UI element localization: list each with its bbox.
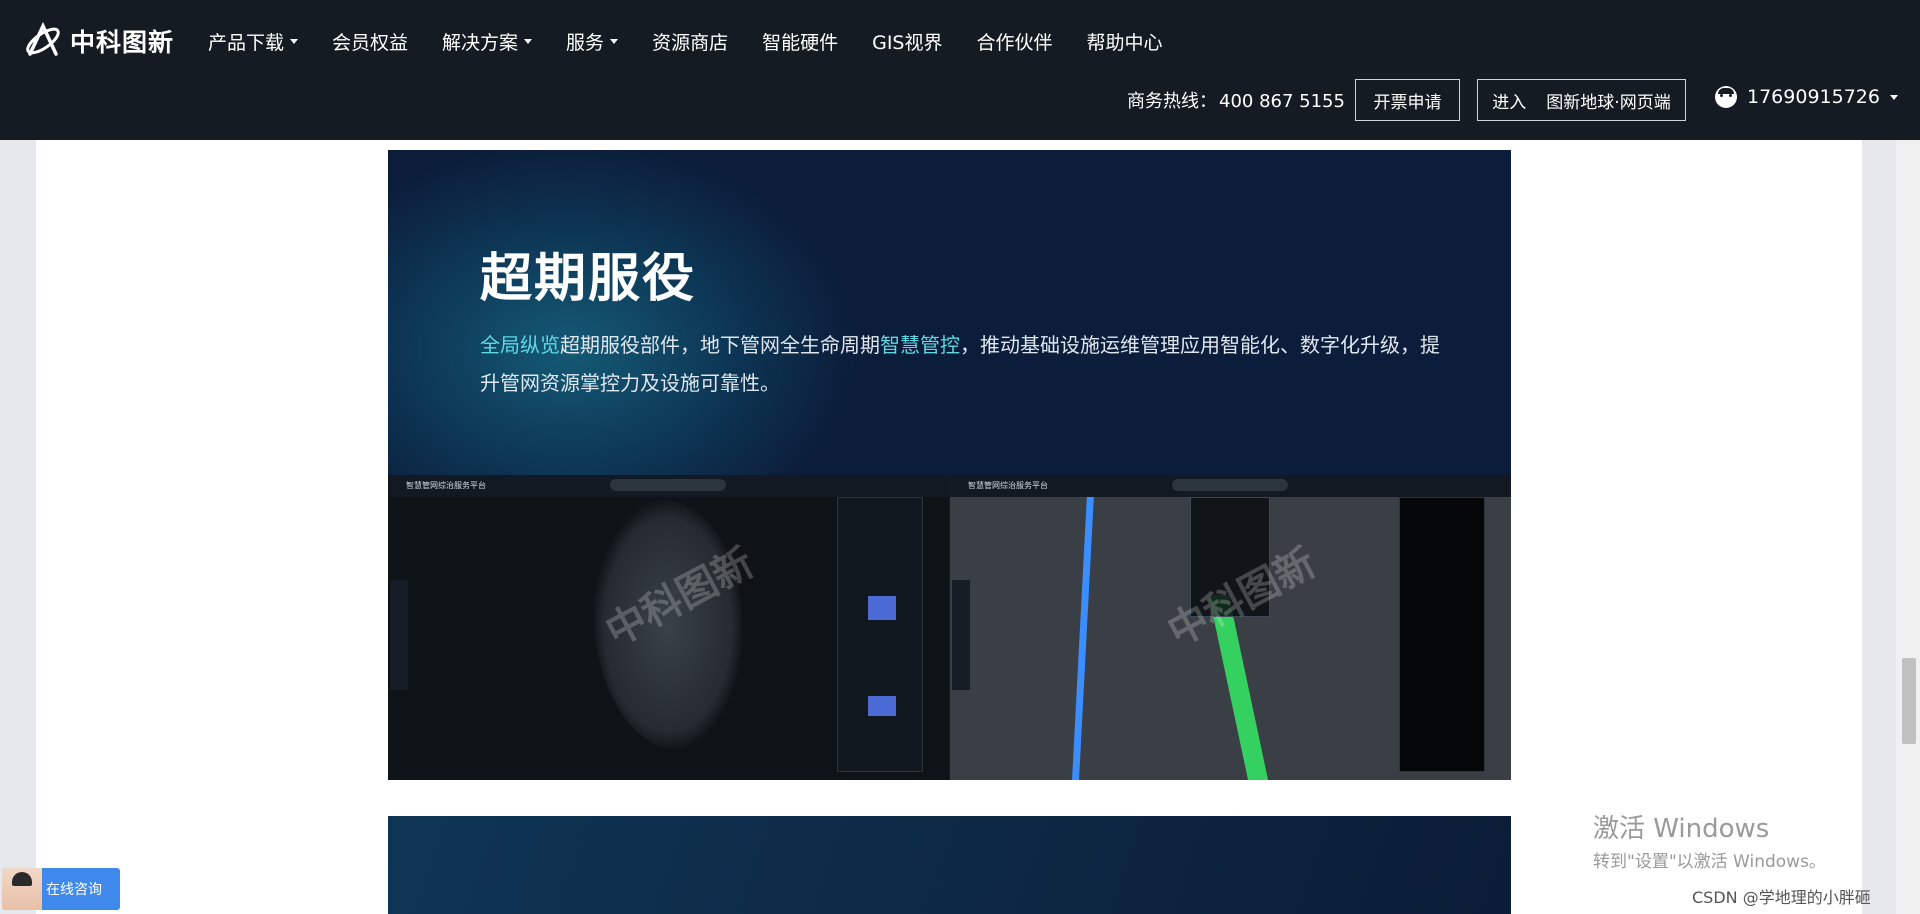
enter-target: 图新地球·网页端 [1546,92,1671,113]
nav-label: GIS视界 [872,32,943,54]
agent-avatar [2,868,42,910]
nav-item-membership[interactable]: 会员权益 [332,28,408,55]
feature-card-next [388,816,1511,914]
consult-label: 在线咨询 [46,882,102,898]
business-hotline: 商务热线： 400 867 5155 [1125,87,1345,113]
screenshot-search-input [610,479,726,491]
highlight-text: 全局纵览 [480,333,560,357]
chevron-down-icon [290,39,299,44]
screenshot-side-panel [1399,497,1485,772]
screenshot-titlebar: 智慧管网综治服务平台 [388,475,949,497]
nav-label: 智能硬件 [762,32,839,54]
brand-logo-icon [26,21,60,56]
highlight-text: 智慧管控 [880,333,960,357]
chevron-down-icon [524,39,533,44]
main-nav: 产品下载 会员权益 解决方案 服务 资源商店 智能硬件 GIS视界 合作伙伴 帮… [208,28,1197,55]
platform-screenshot-overview: 智慧管网综治服务平台 中科图新 [388,475,949,780]
top-navbar: 中科图新 产品下载 会员权益 解决方案 服务 资源商店 智能硬件 GIS视界 合… [0,0,1920,140]
footer-credit: CSDN @学地理的小胖砸 [1692,888,1871,907]
screenshot-toolbar [952,580,970,690]
nav-label: 合作伙伴 [976,32,1053,54]
hotline-label: 商务热线： [1127,91,1217,112]
nav-item-smart-hardware[interactable]: 智能硬件 [762,28,838,55]
screenshot-chart-bar [868,696,896,716]
chevron-down-icon [1889,94,1898,100]
nav-label: 资源商店 [652,32,729,54]
feature-card-overdue-service: 超期服役 全局纵览超期服役部件，地下管网全生命周期智慧管控，推动基础设施运维管理… [388,150,1511,780]
enter-prefix: 进入 [1492,92,1527,113]
nav-item-services[interactable]: 服务 [566,28,619,55]
nav-label: 产品下载 [208,32,285,54]
nav-label: 解决方案 [442,32,519,54]
screenshot-title: 智慧管网综治服务平台 [406,481,486,490]
enter-web-app-button[interactable]: 进入 图新地球·网页端 [1477,79,1686,121]
screenshot-title: 智慧管网综治服务平台 [968,481,1048,490]
nav-label: 帮助中心 [1086,32,1163,54]
windows-activation-title: 激活 Windows [1593,814,1770,844]
hotline-number: 400 867 5155 [1219,91,1345,112]
desc-text: 超期服役部件，地下管网全生命周期 [560,333,880,357]
nav-item-partners[interactable]: 合作伙伴 [976,28,1052,55]
feature-title: 超期服役 [480,249,697,309]
nav-label: 会员权益 [332,32,409,54]
nav-item-product-download[interactable]: 产品下载 [208,28,299,55]
invoice-request-button[interactable]: 开票申请 [1355,79,1460,121]
screenshot-toolbar [390,580,408,690]
scrollbar-track[interactable] [1896,140,1920,914]
feature-description: 全局纵览超期服役部件，地下管网全生命周期智慧管控，推动基础设施运维管理应用智能化… [480,326,1440,402]
brand-name: 中科图新 [70,28,175,57]
chevron-down-icon [610,39,619,44]
nav-item-gis-vision[interactable]: GIS视界 [872,28,942,55]
screenshot-chart-bar [868,596,896,620]
online-consult-button[interactable]: 在线咨询 [2,868,120,910]
pipeline-line-blue [1072,475,1095,780]
nav-label: 服务 [566,32,605,54]
nav-item-help-center[interactable]: 帮助中心 [1087,28,1163,55]
platform-screenshot-street: 智慧管网综治服务平台 中科图新 [950,475,1511,780]
screenshot-side-panel [837,497,923,772]
nav-item-solutions[interactable]: 解决方案 [442,28,533,55]
screenshot-titlebar: 智慧管网综治服务平台 [950,475,1511,497]
screenshot-search-input [1172,479,1288,491]
user-menu[interactable]: 17690915726 [1715,86,1898,108]
scrollbar-thumb[interactable] [1902,658,1916,744]
brand-logo[interactable]: 中科图新 [22,20,174,62]
user-avatar-icon [1715,86,1737,108]
windows-activation-notice: 激活 Windows 转到"设置"以激活 Windows。 [1593,808,1826,872]
nav-item-resource-store[interactable]: 资源商店 [652,28,728,55]
user-phone: 17690915726 [1747,86,1880,108]
windows-activation-subtitle: 转到"设置"以激活 Windows。 [1593,852,1826,872]
